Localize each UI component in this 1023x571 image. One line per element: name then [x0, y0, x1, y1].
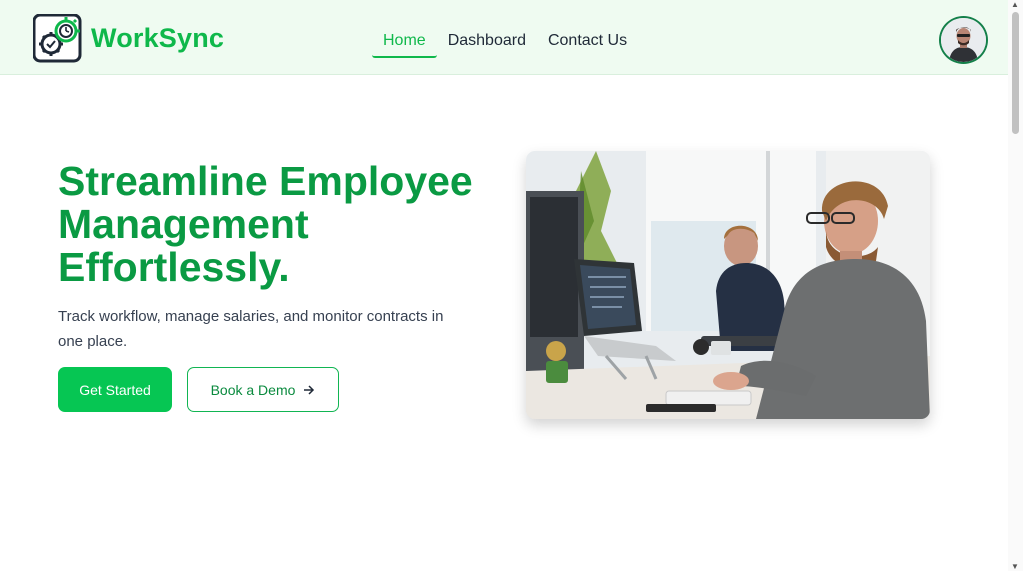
scroll-down-arrow-icon[interactable]: ▼: [1011, 562, 1019, 571]
main-nav: Home Dashboard Contact Us: [372, 22, 638, 58]
brand-name[interactable]: WorkSync: [91, 23, 224, 54]
book-demo-label: Book a Demo: [210, 381, 296, 398]
user-avatar-icon: [941, 18, 986, 62]
page-scrollbar[interactable]: ▲ ▼: [1008, 0, 1023, 571]
nav-dashboard[interactable]: Dashboard: [437, 22, 537, 58]
scroll-up-arrow-icon[interactable]: ▲: [1011, 0, 1019, 9]
scrollbar-thumb[interactable]: [1012, 12, 1019, 134]
hero-title: Streamline Employee Management Effortles…: [58, 158, 473, 290]
hero-office-image: [526, 151, 930, 419]
book-demo-button[interactable]: Book a Demo: [187, 367, 339, 412]
nav-contact-us[interactable]: Contact Us: [537, 22, 638, 58]
user-avatar[interactable]: [939, 16, 988, 64]
top-navbar: WorkSync Home Dashboard Contact Us: [0, 0, 1008, 75]
office-workers-illustration: [526, 151, 930, 419]
get-started-button[interactable]: Get Started: [58, 367, 172, 412]
nav-home[interactable]: Home: [372, 22, 437, 58]
arrow-right-icon: [304, 384, 315, 395]
worksync-logo-icon[interactable]: [33, 14, 85, 64]
hero-subtitle: Track workflow, manage salaries, and mon…: [58, 308, 444, 350]
